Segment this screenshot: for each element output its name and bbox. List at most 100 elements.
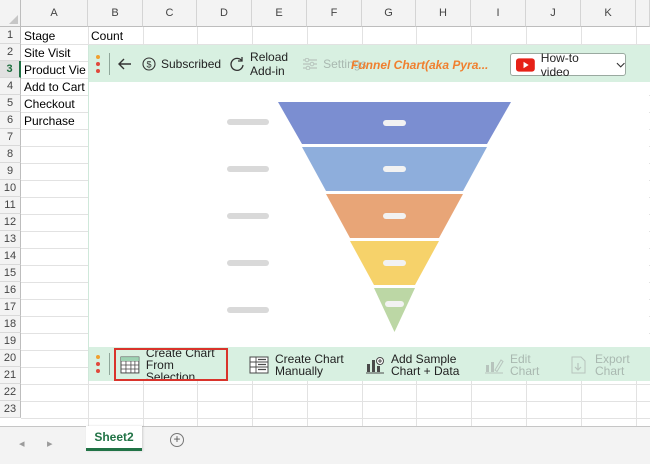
create-chart-manually-line1: Create Chart (275, 351, 344, 366)
row-header-7[interactable]: 7 (0, 129, 21, 146)
column-header-i[interactable]: I (471, 0, 526, 27)
dollar-icon: $ (142, 56, 156, 71)
funnel-segment-5 (374, 288, 415, 332)
funnel-placeholder-label (227, 307, 269, 313)
export-chart-label: Export Chart (595, 353, 630, 377)
export-chart-icon (571, 356, 586, 373)
export-chart-line1: Export (595, 351, 630, 366)
funnel-segment-label-placeholder (383, 166, 406, 172)
addin-title: Funnel Chart(aka Pyra... (351, 58, 489, 72)
add-sample-chart-line2: Chart + Data (391, 363, 460, 378)
bottom-menu-dots-icon[interactable] (95, 355, 101, 373)
column-header-h[interactable]: H (416, 0, 471, 27)
scroll-tabs-right-icon[interactable]: ▸ (47, 437, 53, 450)
back-button[interactable] (118, 58, 132, 70)
select-all-corner[interactable] (0, 0, 21, 27)
add-sample-chart-label: Add Sample Chart + Data (391, 353, 459, 377)
row-header-17[interactable]: 17 (0, 299, 21, 316)
reload-label-line1: Reload (250, 49, 289, 64)
row-header-19[interactable]: 19 (0, 333, 21, 350)
export-chart-button[interactable]: Export Chart (569, 350, 630, 379)
create-chart-from-selection-label: Create Chart From Selection (146, 347, 226, 383)
row-header-14[interactable]: 14 (0, 248, 21, 265)
add-sample-chart-line1: Add Sample (391, 351, 457, 366)
add-sheet-icon[interactable]: + (170, 433, 184, 447)
how-to-video-dropdown[interactable]: How-to video (510, 50, 626, 79)
column-header-b[interactable]: B (88, 0, 143, 27)
create-chart-manually-button[interactable]: Create Chart Manually (249, 350, 344, 379)
row-header-13[interactable]: 13 (0, 231, 21, 248)
edit-chart-line2: Chart (510, 363, 540, 378)
row-header-6[interactable]: 6 (0, 112, 21, 129)
column-header-next[interactable] (636, 0, 650, 27)
row-header-16[interactable]: 16 (0, 282, 21, 299)
addin-bottom-toolbar: Create Chart From Selection Create Chart… (89, 347, 650, 383)
funnel-segment-label-placeholder (383, 260, 406, 266)
cell-a2[interactable]: Site Visit (21, 45, 88, 62)
column-header-k[interactable]: K (581, 0, 636, 27)
row-header-8[interactable]: 8 (0, 146, 21, 163)
how-to-video-label: How-to video (540, 50, 579, 79)
row-header-10[interactable]: 10 (0, 180, 21, 197)
column-header-e[interactable]: E (252, 0, 307, 27)
column-header-g[interactable]: G (362, 0, 416, 27)
column-header-f[interactable]: F (307, 0, 362, 27)
row-header-21[interactable]: 21 (0, 367, 21, 384)
column-header-a[interactable]: A (21, 0, 88, 27)
edit-chart-button[interactable]: Edit Chart (484, 350, 539, 379)
dot (96, 61, 100, 66)
sheet-tab-bar: ◂ ▸ Sheet2 + (0, 426, 650, 464)
cell-a1[interactable]: Stage (21, 28, 88, 45)
dot (96, 362, 100, 366)
edit-chart-label: Edit Chart (510, 353, 539, 377)
row-header-22[interactable]: 22 (0, 384, 21, 401)
funnel-segment-label-placeholder (385, 301, 404, 307)
toolbar-divider (109, 353, 110, 375)
funnel-chart-addin-panel: $ Subscribed Reload Add-in Settings Funn (88, 45, 650, 383)
column-header-d[interactable]: D (197, 0, 252, 27)
cell-a5[interactable]: Checkout (21, 96, 88, 113)
column-header-j[interactable]: J (526, 0, 581, 27)
toolbar-divider (109, 52, 110, 75)
funnel-segment-label-placeholder (383, 120, 406, 126)
addin-menu-dots-icon[interactable] (95, 54, 101, 73)
subscribed-button[interactable]: $ Subscribed (142, 57, 221, 71)
add-sample-chart-button[interactable]: Add Sample Chart + Data (365, 350, 459, 379)
row-header-15[interactable]: 15 (0, 265, 21, 282)
row-header-23[interactable]: 23 (0, 401, 21, 418)
row-header-2[interactable]: 2 (0, 44, 21, 61)
cell-b1[interactable]: Count (88, 28, 143, 45)
back-arrow-icon (118, 58, 131, 69)
row-header-11[interactable]: 11 (0, 197, 21, 214)
row-header-9[interactable]: 9 (0, 163, 21, 180)
settings-sliders-icon (303, 57, 318, 70)
chevron-down-icon (616, 62, 625, 68)
sheet-tab-active[interactable]: Sheet2 (86, 426, 142, 451)
svg-text:$: $ (146, 59, 151, 69)
gridline (21, 401, 650, 402)
scroll-tabs-left-icon[interactable]: ◂ (19, 437, 25, 450)
funnel-chart-preview (227, 102, 511, 332)
table-grid-icon (120, 356, 140, 373)
reload-addin-button[interactable]: Reload Add-in (229, 50, 288, 78)
gridline (21, 384, 650, 385)
cell-a3[interactable]: Product Vie (21, 62, 88, 79)
create-chart-from-selection-button[interactable]: Create Chart From Selection (114, 347, 228, 383)
row-header-18[interactable]: 18 (0, 316, 21, 333)
row-header-12[interactable]: 12 (0, 214, 21, 231)
row-header-3[interactable]: 3 (0, 61, 21, 78)
row-header-5[interactable]: 5 (0, 95, 21, 112)
export-chart-line2: Chart (595, 363, 625, 378)
edit-chart-icon (485, 358, 504, 373)
funnel-placeholder-label (227, 166, 269, 172)
youtube-icon (516, 57, 535, 72)
subscribed-label: Subscribed (161, 56, 222, 71)
row-header-20[interactable]: 20 (0, 350, 21, 367)
funnel-placeholder-label (227, 260, 269, 266)
column-header-c[interactable]: C (143, 0, 197, 27)
row-header-1[interactable]: 1 (0, 27, 21, 44)
row-header-4[interactable]: 4 (0, 78, 21, 95)
cell-a4[interactable]: Add to Cart (21, 79, 88, 96)
cell-a6[interactable]: Purchase (21, 113, 88, 130)
sample-chart-icon (366, 356, 384, 373)
